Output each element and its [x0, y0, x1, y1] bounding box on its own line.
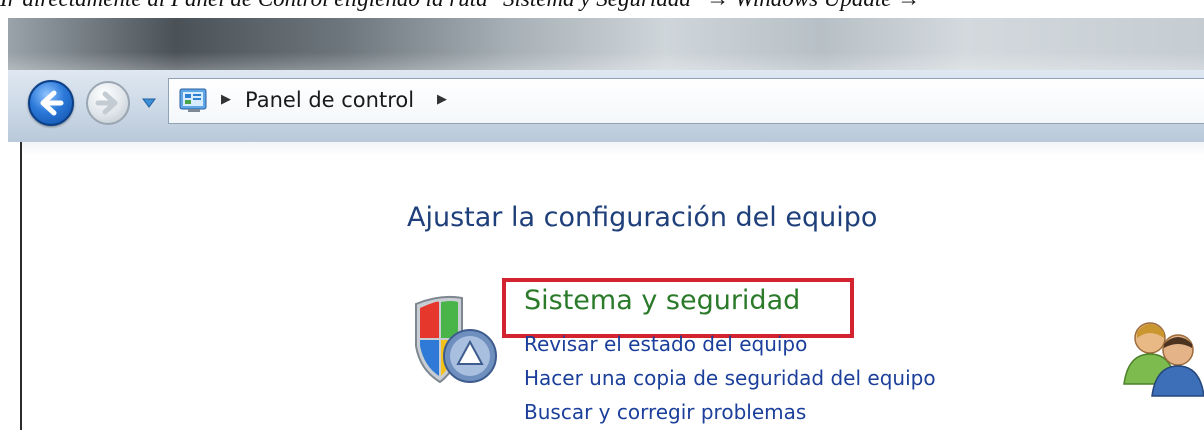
link-buscar-problemas[interactable]: Buscar y corregir problemas: [524, 400, 806, 424]
link-copia-seguridad[interactable]: Hacer una copia de seguridad del equipo: [524, 366, 936, 390]
page-title: Ajustar la configuración del equipo: [407, 202, 878, 233]
link-revisar-estado[interactable]: Revisar el estado del equipo: [524, 332, 807, 356]
chevron-down-icon[interactable]: [142, 97, 156, 109]
forward-arrow-icon: [95, 91, 118, 115]
address-bar[interactable]: ▶ Panel de control ▶: [168, 78, 1204, 124]
category-title-link[interactable]: Sistema y seguridad: [524, 285, 800, 316]
shield-icon[interactable]: [408, 290, 503, 390]
control-panel-icon: [179, 88, 207, 112]
control-panel-content: Ajustar la configuración del equipo Sist…: [20, 142, 1204, 430]
title-bar: [8, 18, 1204, 70]
back-button[interactable]: [28, 80, 74, 126]
back-arrow-icon: [40, 90, 64, 116]
document-caption: Ir directamente al Panel de Control elig…: [0, 0, 1204, 16]
control-panel-window: ▶ Panel de control ▶ Ajustar la configur…: [8, 18, 1204, 430]
users-icon[interactable]: [1120, 314, 1204, 398]
forward-button[interactable]: [86, 81, 130, 125]
breadcrumb-dropdown-icon[interactable]: ▶: [437, 92, 447, 107]
breadcrumb-separator-icon[interactable]: ▶: [221, 92, 231, 107]
breadcrumb-item-panel-de-control[interactable]: Panel de control: [245, 88, 414, 112]
